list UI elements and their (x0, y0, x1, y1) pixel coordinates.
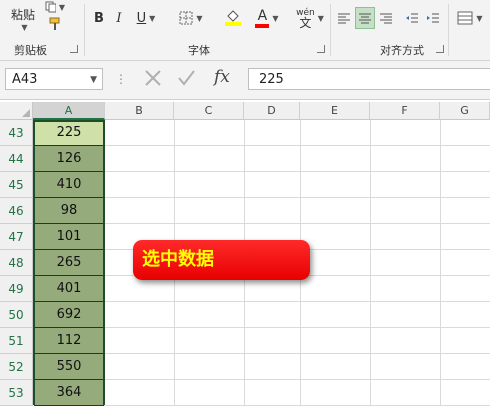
column-header-b[interactable]: B (105, 102, 174, 120)
row-header[interactable]: 48 (0, 250, 33, 276)
decrease-indent-button[interactable] (404, 9, 420, 27)
group-divider (330, 4, 331, 56)
gridline (370, 120, 371, 405)
alignment-group-label: 对齐方式 (380, 44, 424, 57)
paste-label: 粘贴 (10, 8, 35, 22)
column-header-c[interactable]: C (174, 102, 244, 120)
row-header[interactable]: 50 (0, 302, 33, 328)
active-cell[interactable]: 225 (34, 120, 104, 146)
name-box-value: A43 (12, 72, 38, 87)
group-divider (448, 4, 449, 56)
table-cell[interactable]: 101 (34, 224, 104, 250)
font-color-dropdown-icon[interactable]: ▼ (272, 14, 278, 23)
enter-icon[interactable] (176, 68, 196, 90)
gridline (104, 353, 490, 354)
gridline (104, 223, 490, 224)
font-color-bar (255, 23, 270, 28)
merge-cells-icon (457, 11, 473, 25)
font-color-button[interactable]: A ▼ (252, 6, 282, 30)
fill-color-bar (225, 22, 241, 26)
align-center-button[interactable] (355, 7, 375, 29)
font-group-label: 字体 (188, 44, 210, 57)
formula-bar: A43 ▼ ⋮ fx 225 (0, 61, 490, 100)
table-cell[interactable]: 550 (34, 354, 104, 380)
phonetic-glyph-icon: 文 (299, 16, 312, 30)
gridline (104, 197, 490, 198)
format-painter-icon[interactable] (45, 16, 65, 32)
name-box-dropdown-icon[interactable]: ▼ (90, 69, 97, 91)
gridline (104, 145, 490, 146)
copy-icon[interactable]: ▼ (45, 0, 65, 14)
column-header-g[interactable]: G (440, 102, 490, 120)
italic-button[interactable]: I (111, 9, 127, 27)
row-header[interactable]: 51 (0, 328, 33, 354)
row-header[interactable]: 45 (0, 172, 33, 198)
table-cell[interactable]: 112 (34, 328, 104, 354)
phonetic-dropdown-icon[interactable]: ▼ (318, 14, 324, 23)
bold-button[interactable]: B (91, 9, 107, 27)
paste-button[interactable]: 粘贴 ▼ (8, 2, 38, 36)
gridline (104, 327, 490, 328)
bold-label: B (94, 10, 104, 26)
column-header-f[interactable]: F (370, 102, 440, 120)
font-color-label: A (257, 7, 268, 24)
border-button[interactable]: ▼ (176, 9, 206, 27)
gridline (104, 379, 490, 380)
paste-dropdown-icon[interactable]: ▼ (21, 23, 27, 32)
wrap-dropdown-icon[interactable]: ▼ (476, 14, 482, 23)
gridline (104, 301, 490, 302)
increase-indent-icon (427, 13, 439, 23)
column-header-d[interactable]: D (244, 102, 300, 120)
copy-dropdown-icon[interactable]: ▼ (59, 3, 65, 12)
column-header-a[interactable]: A (33, 102, 105, 120)
underline-button[interactable]: U ▼ (133, 9, 159, 27)
formula-input[interactable]: 225 (248, 68, 490, 90)
paint-bucket-icon (227, 10, 239, 22)
row-header[interactable]: 53 (0, 380, 33, 406)
cancel-icon[interactable] (143, 68, 163, 90)
name-box[interactable]: A43 ▼ (5, 68, 103, 90)
italic-label: I (116, 10, 122, 26)
decrease-indent-icon (406, 13, 418, 23)
align-right-button[interactable] (378, 9, 394, 27)
align-center-icon (359, 13, 371, 24)
fill-color-button[interactable] (218, 6, 248, 30)
align-left-button[interactable] (336, 9, 352, 27)
phonetic-button[interactable]: wén 文 ▼ (293, 6, 327, 30)
callout-box: 选中数据 (133, 240, 310, 280)
row-header[interactable]: 46 (0, 198, 33, 224)
table-cell[interactable]: 265 (34, 250, 104, 276)
increase-indent-button[interactable] (425, 9, 441, 27)
table-cell[interactable]: 692 (34, 302, 104, 328)
align-left-icon (338, 13, 350, 24)
font-launcher-icon[interactable] (317, 45, 325, 53)
gridline (440, 120, 441, 405)
align-right-icon (380, 13, 392, 24)
alignment-launcher-icon[interactable] (436, 45, 444, 53)
gridline (104, 171, 490, 172)
row-header[interactable]: 43 (0, 120, 33, 146)
clipboard-group-label: 剪贴板 (14, 44, 47, 57)
group-divider (84, 4, 85, 56)
insert-function-button[interactable]: fx (214, 67, 230, 87)
table-cell[interactable]: 410 (34, 172, 104, 198)
underline-dropdown-icon[interactable]: ▼ (149, 14, 155, 23)
more-options-icon[interactable]: ⋮ (115, 68, 127, 90)
row-header[interactable]: 52 (0, 354, 33, 380)
table-cell[interactable]: 126 (34, 146, 104, 172)
ribbon: 粘贴 ▼ ▼ 剪贴板 B I U ▼ ▼ A ▼ wén 文 ▼ 字体 对齐方式… (0, 0, 490, 61)
border-dropdown-icon[interactable]: ▼ (196, 14, 202, 23)
underline-label: U (136, 10, 147, 26)
row-header[interactable]: 49 (0, 276, 33, 302)
table-cell[interactable]: 401 (34, 276, 104, 302)
table-cell[interactable]: 98 (34, 198, 104, 224)
row-header[interactable]: 47 (0, 224, 33, 250)
column-header-e[interactable]: E (300, 102, 370, 120)
clipboard-launcher-icon[interactable] (70, 45, 78, 53)
row-header[interactable]: 44 (0, 146, 33, 172)
table-cell[interactable]: 364 (34, 380, 104, 406)
select-all-button[interactable] (0, 102, 33, 120)
border-icon (179, 11, 193, 25)
wrap-text-button[interactable]: ▼ (454, 7, 486, 29)
